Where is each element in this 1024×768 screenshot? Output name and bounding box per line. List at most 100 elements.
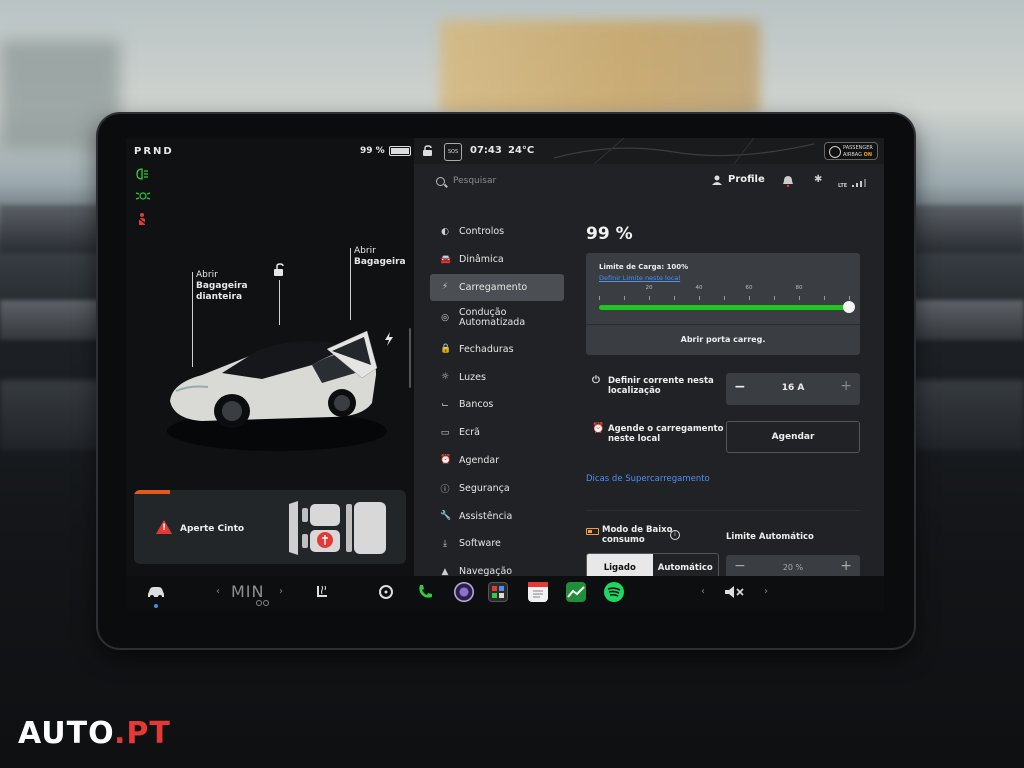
info-icon[interactable]: i bbox=[670, 530, 680, 540]
unlock-icon[interactable] bbox=[272, 263, 286, 277]
app-launcher-icon[interactable] bbox=[488, 582, 508, 602]
phone-icon[interactable] bbox=[416, 583, 434, 601]
menu-item-bolt[interactable]: ⚡ Carregamento bbox=[430, 273, 564, 302]
menu-item-car[interactable]: 🚘 Dinâmica bbox=[430, 246, 564, 274]
auto-limit-stepper[interactable]: − 20 % + bbox=[726, 555, 860, 576]
tick-mark bbox=[649, 296, 650, 300]
headlight-icon bbox=[136, 168, 148, 180]
supercharging-tips-link[interactable]: Dicas de Supercarregamento bbox=[586, 474, 710, 484]
menu-item-download[interactable]: ⤓ Software bbox=[430, 530, 564, 558]
charge-limit-card: Limite de Carga: 100% Definir Limite nes… bbox=[586, 253, 860, 355]
menu-item-alarm[interactable]: ⏰ Agendar bbox=[430, 447, 564, 475]
menu-item-label: Navegação bbox=[459, 566, 513, 576]
search-placeholder: Pesquisar bbox=[453, 176, 497, 186]
charge-limit-slider-knob[interactable] bbox=[843, 301, 855, 313]
alert-text: Aperte Cinto bbox=[180, 524, 245, 534]
low-power-on-option[interactable]: Ligado bbox=[587, 554, 653, 576]
menu-item-lock[interactable]: 🔒 Fechaduras bbox=[430, 335, 564, 363]
tick-mark bbox=[599, 296, 600, 300]
steering-wheel-icon: ◎ bbox=[441, 313, 449, 324]
seatbelt-alert-card[interactable]: ! Aperte Cinto bbox=[134, 490, 406, 564]
tick-mark bbox=[699, 296, 700, 300]
spotify-icon[interactable] bbox=[604, 582, 624, 602]
menu-item-label: Condução Automatizada bbox=[459, 307, 526, 329]
camera-icon[interactable] bbox=[454, 582, 474, 602]
open-charge-port-button[interactable]: Abrir porta carreg. bbox=[586, 325, 860, 355]
toggle-icon: ◐ bbox=[441, 226, 449, 237]
trunk-leader-line bbox=[350, 248, 351, 320]
lte-label: LTE bbox=[838, 183, 848, 189]
bell-icon[interactable] bbox=[783, 175, 793, 187]
climate-temperature[interactable]: MIN bbox=[231, 582, 265, 601]
increase-current-button[interactable]: + bbox=[840, 378, 852, 394]
tick-mark bbox=[624, 296, 625, 300]
warning-icon: ! bbox=[156, 520, 172, 534]
menu-item-label: Software bbox=[459, 538, 501, 550]
menu-item-seat[interactable]: ⌙ Bancos bbox=[430, 391, 564, 419]
settings-panel: SOS 07:43 24°C PASSENGER AIRBAG ON Pesqu… bbox=[414, 138, 884, 576]
menu-item-label: Dinâmica bbox=[459, 254, 504, 266]
menu-item-label: Agendar bbox=[459, 454, 500, 466]
menu-item-label: Segurança bbox=[459, 482, 510, 494]
map-preview bbox=[554, 138, 814, 164]
profile-label: Profile bbox=[728, 174, 765, 185]
menu-item-navigation[interactable]: ▲ Navegação bbox=[430, 558, 564, 576]
tick-mark bbox=[749, 296, 750, 300]
menu-item-label: Ecrã bbox=[459, 427, 480, 439]
bluetooth-icon[interactable]: ✱ bbox=[814, 174, 822, 185]
menu-item-screen[interactable]: ▭ Ecrã bbox=[430, 419, 564, 447]
tick-label: 40 bbox=[695, 285, 703, 291]
search-bar[interactable]: Pesquisar bbox=[436, 176, 496, 186]
increase-auto-limit-button[interactable]: + bbox=[840, 558, 852, 574]
charge-limit-label: Limite de Carga: 100% bbox=[599, 263, 689, 271]
mute-speaker-icon[interactable] bbox=[724, 585, 746, 599]
menu-item-sun[interactable]: ☼ Luzes bbox=[430, 363, 564, 391]
volume-up-arrow[interactable]: › bbox=[764, 586, 768, 597]
car-view-scrollbar[interactable] bbox=[409, 328, 411, 388]
seat-heater-icon[interactable] bbox=[314, 584, 330, 600]
car-3d-model[interactable] bbox=[162, 313, 392, 453]
charge-current-row: ⏻ Definir corrente nesta localização bbox=[592, 375, 714, 397]
climate-down-arrow[interactable]: ‹ bbox=[216, 586, 220, 597]
airbag-icon bbox=[829, 146, 841, 158]
profile-button[interactable]: Profile bbox=[712, 174, 765, 185]
screen-icon: ▭ bbox=[440, 427, 450, 438]
car-icon[interactable] bbox=[146, 585, 166, 599]
active-indicator-dot bbox=[154, 604, 158, 608]
charge-limit-slider[interactable] bbox=[599, 301, 855, 313]
alert-accent-bar bbox=[134, 490, 170, 494]
volume-down-arrow[interactable]: ‹ bbox=[701, 586, 705, 597]
alarm-icon: ⏰ bbox=[440, 455, 452, 466]
steering-wheel-heater-icon[interactable] bbox=[378, 584, 394, 600]
person-icon bbox=[712, 175, 722, 185]
low-power-auto-option[interactable]: Automático bbox=[653, 554, 719, 576]
lock-icon: 🔒 bbox=[440, 344, 452, 355]
sos-icon[interactable]: SOS bbox=[444, 143, 462, 161]
plug-icon: ⏻ bbox=[592, 375, 600, 386]
climate-up-arrow[interactable]: › bbox=[279, 586, 283, 597]
charge-current-stepper[interactable]: − 16 A + bbox=[726, 373, 860, 405]
open-trunk-label[interactable]: Abrir Bagageira bbox=[354, 246, 406, 268]
menu-item-toggle[interactable]: ◐ Controlos bbox=[430, 218, 564, 246]
schedule-button[interactable]: Agendar bbox=[726, 421, 860, 453]
menu-item-steering-wheel[interactable]: ◎ Condução Automatizada bbox=[430, 301, 564, 335]
set-limit-here-link[interactable]: Definir Limite neste local bbox=[599, 274, 680, 282]
open-frunk-label[interactable]: Abrir Bagageira dianteira bbox=[196, 270, 248, 303]
low-power-mode-toggle[interactable]: Ligado Automático bbox=[586, 553, 719, 576]
menu-item-label: Fechaduras bbox=[459, 343, 514, 355]
calendar-icon[interactable] bbox=[528, 582, 548, 602]
car-view-panel: PRND 99 % Abrir Bagageira dianteira Abri… bbox=[126, 138, 414, 576]
bottom-dock: ‹ MIN › ‹ › bbox=[126, 576, 884, 610]
tick-mark bbox=[724, 296, 725, 300]
download-icon: ⤓ bbox=[443, 538, 447, 549]
seatbelt-warning-icon bbox=[137, 213, 147, 225]
lock-status-icon[interactable] bbox=[422, 145, 434, 157]
low-power-mode-label: Modo de Baixo consumo bbox=[586, 525, 672, 545]
wrench-icon: 🔧 bbox=[440, 511, 452, 522]
menu-item-info[interactable]: ⓘ Segurança bbox=[430, 474, 564, 502]
watermark-logo: AUTO.PT bbox=[18, 716, 171, 751]
seat-icon: ⌙ bbox=[441, 399, 449, 410]
energy-graph-icon[interactable] bbox=[566, 582, 586, 602]
schedule-charging-row: ⏰ Agende o carregamento neste local bbox=[592, 423, 724, 445]
menu-item-wrench[interactable]: 🔧 Assistência bbox=[430, 502, 564, 530]
